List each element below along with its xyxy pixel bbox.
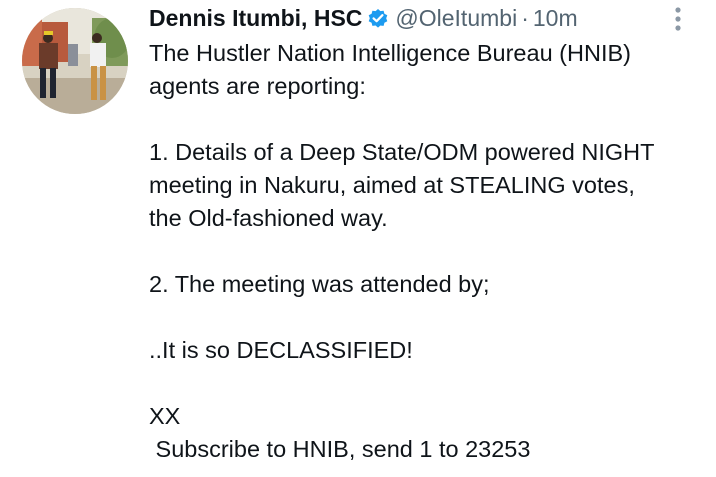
tweet-text-line: ..It is so DECLASSIFIED! [149, 337, 413, 363]
tweet-text-line: The Hustler Nation Intelligence Bureau (… [149, 40, 631, 66]
tweet-text-line: agents are reporting: [149, 73, 366, 99]
profile-photo [22, 8, 128, 114]
tweet-text-line [149, 301, 694, 334]
tweet-text-line: the Old-fashioned way. [149, 205, 388, 231]
tweet-text-line: XX [149, 403, 181, 429]
tweet-text: The Hustler Nation Intelligence Bureau (… [149, 37, 694, 466]
tweet-text-line [149, 103, 694, 136]
tweet-text-line: 2. The meeting was attended by; [149, 271, 490, 297]
author-display-name[interactable]: Dennis Itumbi, HSC [149, 5, 362, 32]
header-separator: · [521, 4, 529, 31]
avatar[interactable] [22, 8, 128, 114]
tweet-text-line: 1. Details of a Deep State/ODM powered N… [149, 139, 655, 165]
verified-badge-icon [367, 7, 389, 29]
tweet-text-line: Subscribe to HNIB, send 1 to 23253 [149, 436, 531, 462]
more-options-button[interactable] [670, 6, 686, 32]
tweet-text-line [149, 367, 694, 400]
tweet-text-line: meeting in Nakuru, aimed at STEALING vot… [149, 172, 635, 198]
tweet-content: Dennis Itumbi, HSC @OleItumbi · 10m The … [149, 0, 694, 466]
vertical-ellipsis-icon [675, 7, 681, 31]
author-handle[interactable]: @OleItumbi [395, 5, 517, 32]
tweet[interactable]: Dennis Itumbi, HSC @OleItumbi · 10m The … [0, 0, 716, 477]
tweet-text-line [149, 235, 694, 268]
tweet-timestamp[interactable]: 10m [533, 5, 578, 32]
tweet-header: Dennis Itumbi, HSC @OleItumbi · 10m [149, 0, 694, 36]
